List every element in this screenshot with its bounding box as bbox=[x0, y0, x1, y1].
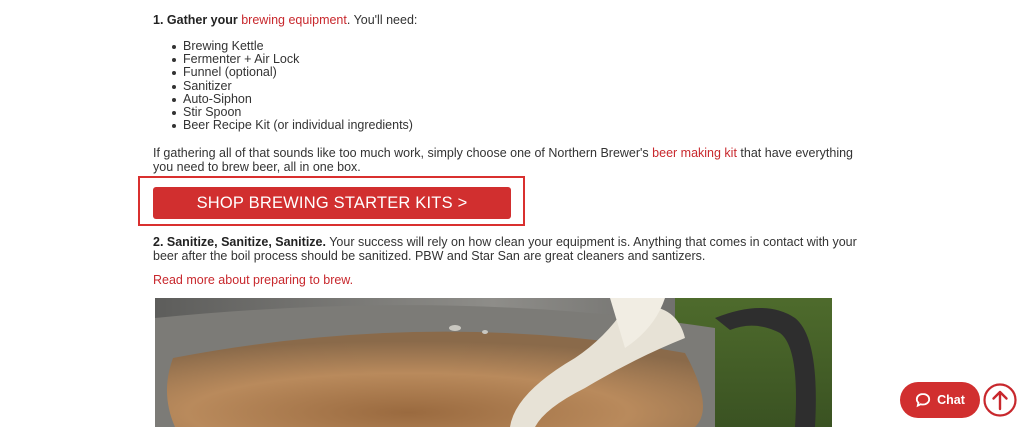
step-1-label: 1. Gather your bbox=[153, 13, 238, 27]
equipment-list: Brewing Kettle Fermenter + Air Lock Funn… bbox=[153, 39, 413, 133]
chat-bubble-icon bbox=[916, 393, 931, 408]
beer-making-kit-link[interactable]: beer making kit bbox=[652, 146, 737, 160]
list-item: Funnel (optional) bbox=[172, 66, 413, 79]
chat-button[interactable]: Chat bbox=[900, 382, 980, 418]
kettle-photo-illustration bbox=[155, 298, 832, 427]
para1-text-before: If gathering all of that sounds like too… bbox=[153, 146, 649, 160]
list-item: Sanitizer bbox=[172, 79, 413, 93]
brewing-equipment-link[interactable]: brewing equipment bbox=[241, 13, 347, 27]
scroll-to-top-button[interactable] bbox=[983, 383, 1017, 417]
brewing-kettle-photo bbox=[155, 298, 832, 427]
step-1-suffix: . You'll need: bbox=[346, 13, 418, 27]
step-2-paragraph: 2. Sanitize, Sanitize, Sanitize. Your su… bbox=[153, 235, 873, 263]
chat-label: Chat bbox=[937, 393, 965, 407]
step-2-heading: 2. Sanitize, Sanitize, Sanitize. bbox=[153, 235, 326, 249]
step-1-heading: 1. Gather your brewing equipment. You'll… bbox=[153, 13, 417, 27]
starter-kit-paragraph: If gathering all of that sounds like too… bbox=[153, 146, 873, 174]
list-item: Beer Recipe Kit (or individual ingredien… bbox=[172, 118, 413, 133]
arrow-up-circle-icon bbox=[983, 383, 1017, 417]
list-item: Auto-Siphon bbox=[172, 92, 413, 106]
read-more-link[interactable]: Read more about preparing to brew. bbox=[153, 273, 353, 287]
shop-starter-kits-button[interactable]: SHOP BREWING STARTER KITS > bbox=[153, 187, 511, 219]
